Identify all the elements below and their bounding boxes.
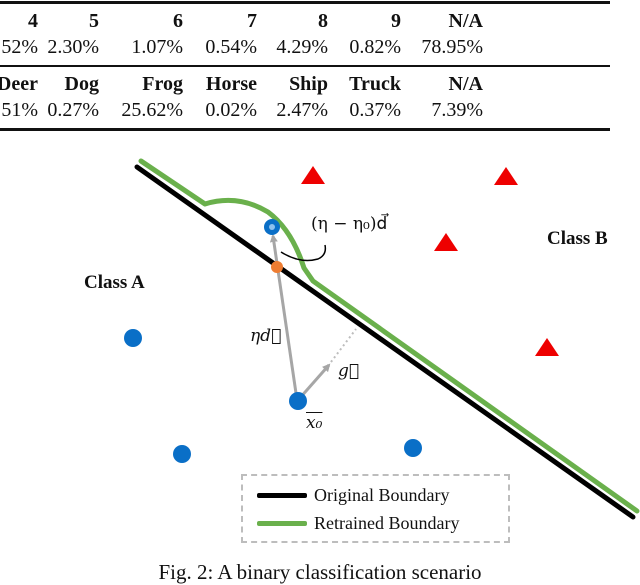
legend-label: Retrained Boundary (314, 513, 460, 533)
x0-label: x₀ (306, 413, 323, 433)
legend-swatch-retrained (257, 521, 307, 526)
class-a-point (404, 439, 422, 457)
class-b-point (535, 338, 559, 356)
class-b-point (434, 233, 458, 251)
eta-d-label: ηd⃗ (250, 326, 282, 346)
legend-swatch-original (257, 493, 307, 498)
class-a-point (173, 445, 191, 463)
boundary-crossing-point (271, 261, 283, 273)
eta-minus-eta0-d-label: (η − η₀)d⃗ (311, 214, 388, 234)
gradient-projection-dotted (330, 328, 357, 363)
class-a-point-x0 (289, 392, 307, 410)
retrained-boundary-line (138, 158, 640, 514)
class-b-point (301, 166, 325, 184)
class-a-point (124, 329, 142, 347)
legend: Original Boundary Retrained Boundary (241, 474, 510, 543)
class-b-point (494, 167, 518, 185)
legend-label: Original Boundary (314, 485, 450, 505)
shifted-point-center (269, 224, 275, 230)
class-b-label: Class B (547, 228, 608, 249)
eta-d-vector (269, 234, 299, 401)
class-a-label: Class A (84, 272, 145, 293)
figure-caption: Fig. 2: A binary classification scenario (158, 560, 482, 584)
g-vector-label: g⃗ (338, 361, 360, 381)
